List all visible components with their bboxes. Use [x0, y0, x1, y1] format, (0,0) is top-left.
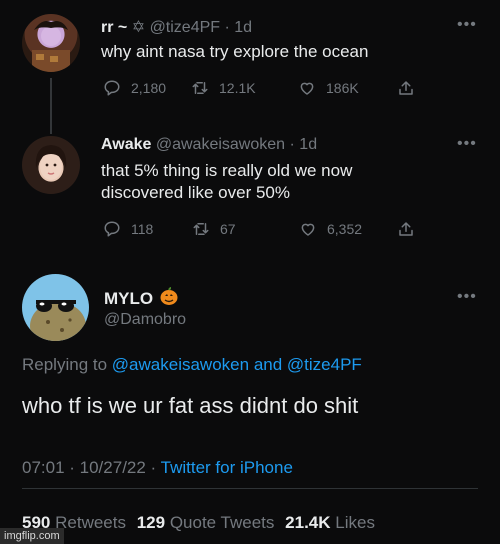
tweet3-meta: 07:01 · 10/27/22 · Twitter for iPhone: [22, 458, 293, 478]
replying-and-label: and: [253, 355, 283, 374]
retweets-label: Retweets: [55, 513, 126, 532]
tweet3-text: who tf is we ur fat ass didnt do shit: [22, 393, 359, 418]
replying-to-label: Replying to: [22, 355, 108, 374]
handle[interactable]: @awakeisawoken: [156, 136, 285, 153]
avatar-awakeisawoken[interactable]: [22, 136, 80, 194]
like-icon: [301, 223, 315, 236]
share-button[interactable]: [397, 220, 415, 238]
like-count: 6,352: [327, 221, 363, 237]
engagement-stats: 590 Retweets 129 Quote Tweets 21.4K Like…: [22, 513, 375, 533]
more-icon[interactable]: •••: [457, 136, 477, 152]
share-button[interactable]: [397, 79, 415, 97]
quotes-label: Quote Tweets: [169, 513, 275, 532]
avatar-art: [32, 21, 70, 72]
display-name[interactable]: rr ~: [101, 19, 127, 36]
retweet-icon: [192, 82, 208, 94]
tweet2-header: Awake @awakeisawoken · 1d: [101, 136, 317, 154]
tweet1-text: why aint nasa try explore the ocean: [101, 42, 369, 61]
mention-tize4PF[interactable]: @tize4PF: [287, 355, 362, 374]
reply-icon: [104, 80, 120, 96]
more-icon[interactable]: •••: [457, 17, 477, 33]
quotes-count: 129: [136, 513, 166, 532]
avatar-art: [30, 300, 86, 341]
divider: [22, 488, 478, 489]
reply-button[interactable]: 118: [103, 220, 153, 238]
tweet-time[interactable]: · 1d: [225, 19, 253, 36]
timestamp[interactable]: 07:01 · 10/27/22 ·: [22, 458, 156, 477]
reply-count: 2,180: [131, 80, 167, 96]
tweet2-text: that 5% thing is really old we now disco…: [101, 160, 352, 204]
retweet-count: 12.1K: [219, 80, 256, 96]
star-symbol-icon: ✡: [131, 19, 146, 36]
tweet2-text-line2: discovered like over 50%: [101, 183, 290, 202]
likes-label: Likes: [335, 513, 375, 532]
imgflip-watermark: imgflip.com: [0, 528, 64, 544]
handle[interactable]: @tize4PF: [150, 19, 220, 36]
pumpkin-icon: [159, 286, 179, 311]
tweet3-name-row: MYLO: [104, 286, 179, 311]
retweet-button[interactable]: 12.1K: [191, 79, 256, 97]
retweet-count: 67: [220, 221, 236, 237]
mention-awakeisawoken[interactable]: @awakeisawoken: [112, 355, 249, 374]
replying-to-line: Replying to @awakeisawoken and @tize4PF: [22, 355, 362, 375]
thread-connector: [50, 78, 52, 134]
display-name[interactable]: Awake: [101, 136, 151, 153]
likes-stat[interactable]: 21.4K Likes: [285, 513, 375, 532]
like-count: 186K: [326, 80, 359, 96]
retweet-icon: [193, 223, 209, 235]
like-icon: [300, 82, 314, 95]
like-button[interactable]: 6,352: [299, 220, 362, 238]
avatar-art: [35, 145, 67, 180]
tweet2-text-line1: that 5% thing is really old we now: [101, 161, 353, 180]
tweet1-header: rr ~ ✡ @tize4PF · 1d: [101, 17, 252, 37]
like-button[interactable]: 186K: [298, 79, 359, 97]
reply-count: 118: [131, 221, 154, 237]
share-icon: [399, 81, 413, 95]
share-icon: [399, 222, 413, 236]
reply-icon: [104, 221, 120, 237]
reply-button[interactable]: 2,180: [103, 79, 166, 97]
source-link[interactable]: Twitter for iPhone: [161, 458, 293, 477]
handle[interactable]: @Damobro: [104, 311, 186, 329]
avatar-tize4PF[interactable]: [22, 14, 80, 72]
retweet-button[interactable]: 67: [192, 220, 236, 238]
avatar-damobro[interactable]: [22, 274, 89, 341]
quotes-stat[interactable]: 129 Quote Tweets: [137, 513, 275, 532]
likes-count: 21.4K: [285, 513, 331, 532]
more-icon[interactable]: •••: [457, 289, 477, 305]
display-name[interactable]: MYLO: [104, 289, 153, 309]
tweet-time[interactable]: · 1d: [290, 136, 318, 153]
